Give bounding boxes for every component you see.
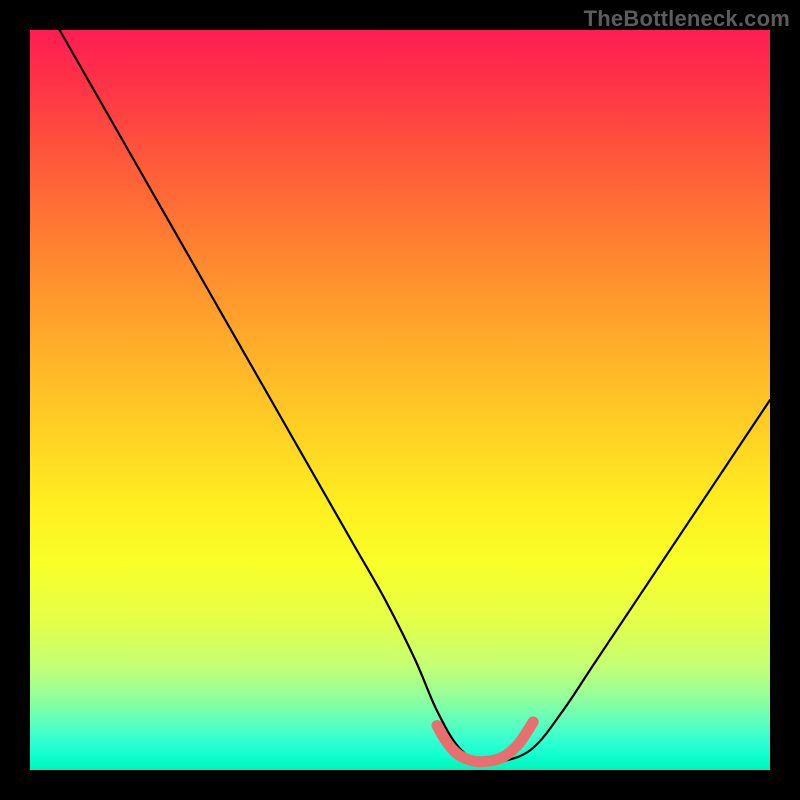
chart-plot-area	[30, 30, 770, 770]
chart-svg	[30, 30, 770, 770]
bottleneck-curve	[60, 30, 770, 763]
watermark-text: TheBottleneck.com	[584, 6, 790, 32]
chart-stage: TheBottleneck.com	[0, 0, 800, 800]
